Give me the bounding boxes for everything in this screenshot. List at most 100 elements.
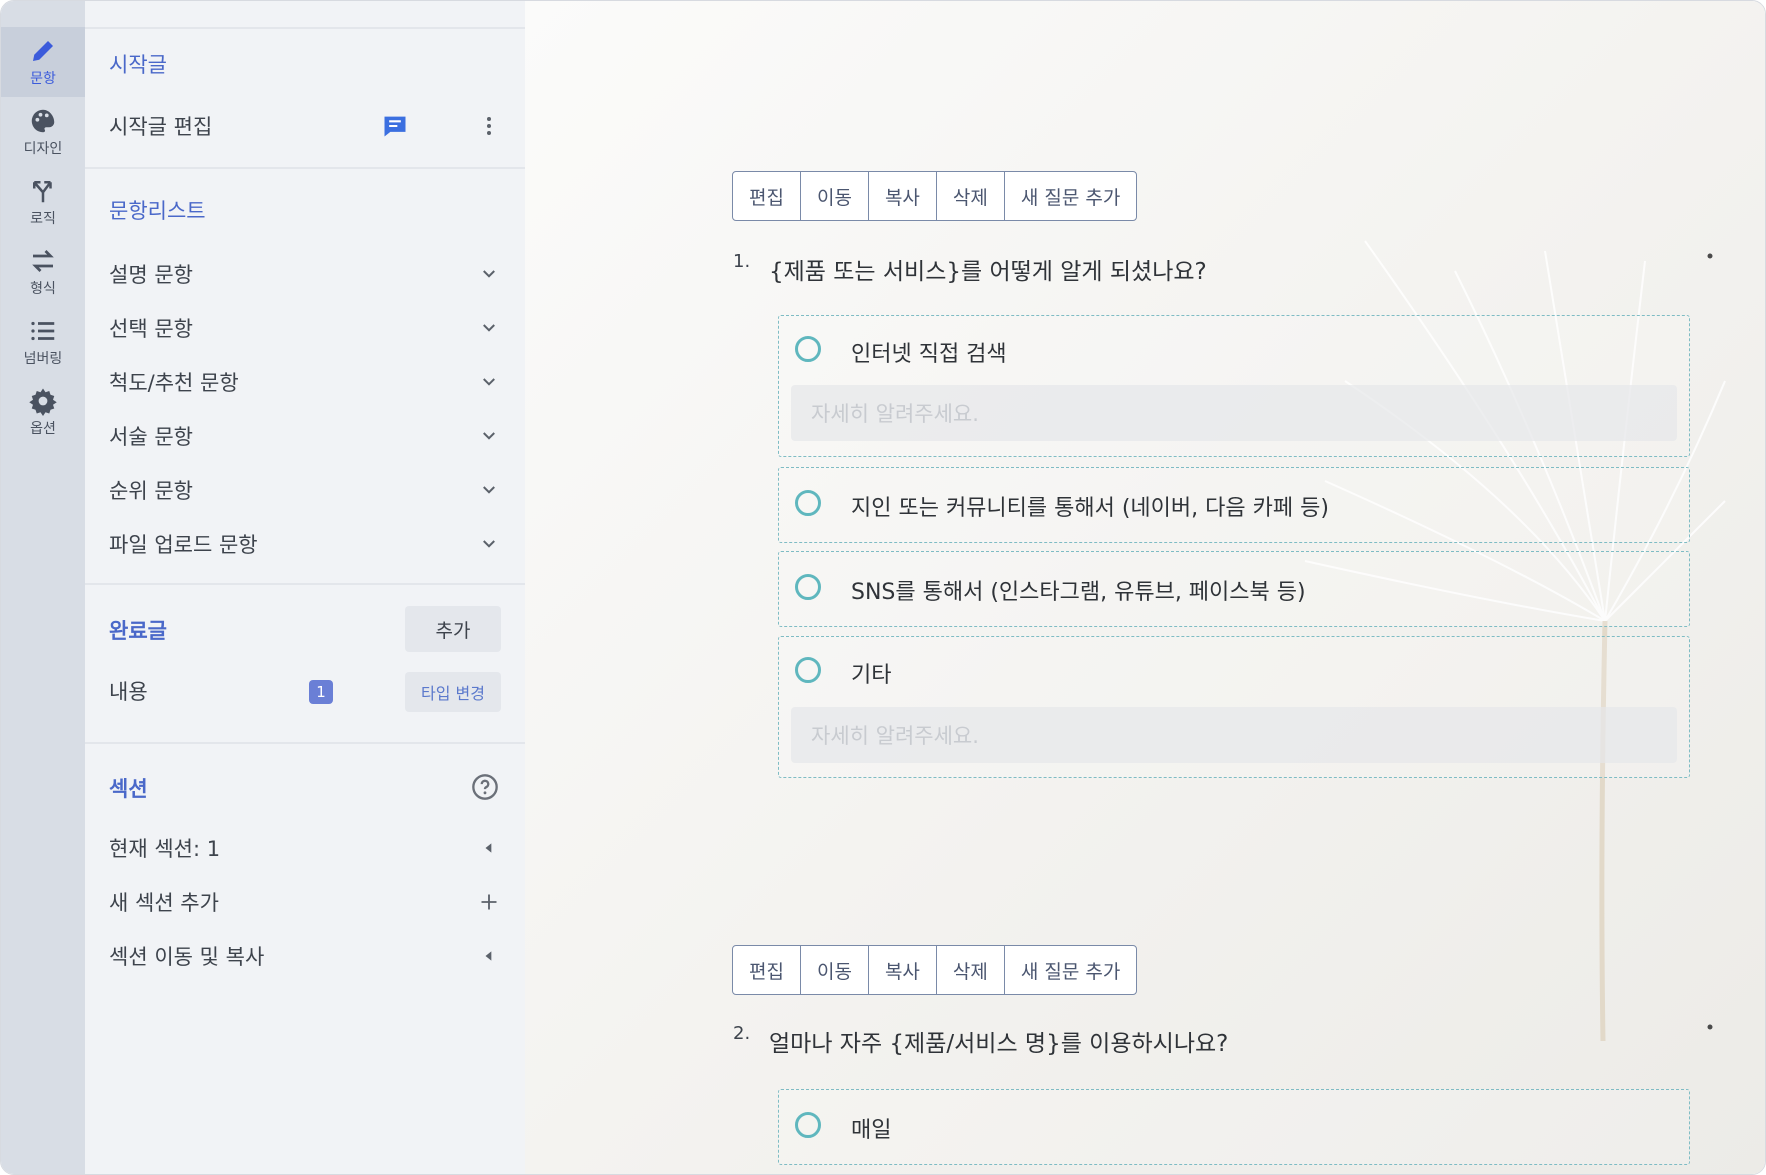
answer-option[interactable]: 지인 또는 커뮤니티를 통해서 (네이버, 다음 카페 등) [778, 467, 1690, 543]
question-type-label: 설명 문항 [109, 263, 193, 287]
icon-rail: 문항 디자인 로직 형식 넘버링 옵션 [1, 1, 85, 1174]
question-type-label: 서술 문항 [109, 425, 193, 449]
question-type-row[interactable]: 서술 문항 [109, 416, 501, 456]
add-question-button[interactable]: 새 질문 추가 [1005, 172, 1136, 220]
radio-button[interactable] [795, 490, 821, 516]
question-number: 1. [733, 251, 751, 272]
move-button[interactable]: 이동 [801, 946, 869, 994]
gear-icon [29, 388, 57, 416]
copy-button[interactable]: 복사 [869, 172, 937, 220]
rail-label: 옵션 [30, 421, 56, 437]
complete-content-row[interactable]: 내용 [109, 671, 229, 711]
rail-item-format[interactable]: 형식 [1, 237, 85, 307]
rail-label: 문항 [30, 71, 56, 87]
app-window: 문항 디자인 로직 형식 넘버링 옵션 시작글 시작글 편집 문항리스트 설명 … [0, 0, 1766, 1175]
question-type-row[interactable]: 선택 문항 [109, 308, 501, 348]
answer-option[interactable]: 기타 자세히 알려주세요. [778, 636, 1690, 778]
delete-button[interactable]: 삭제 [937, 172, 1005, 220]
question-number: 2. [733, 1023, 751, 1044]
type-change-button[interactable]: 타입 변경 [405, 672, 501, 712]
pencil-icon [33, 41, 53, 61]
answer-option[interactable]: 인터넷 직접 검색 자세히 알려주세요. [778, 315, 1690, 457]
list-icon [31, 321, 55, 341]
divider [85, 27, 525, 29]
radio-button[interactable] [795, 574, 821, 600]
content-label: 내용 [109, 680, 148, 704]
palette-icon [31, 109, 55, 133]
complete-heading: 완료글 [109, 619, 167, 643]
rail-label: 넘버링 [23, 351, 63, 367]
rail-item-options[interactable]: 옵션 [1, 377, 85, 447]
divider [85, 167, 525, 169]
current-section-row[interactable]: 현재 섹션: 1 [109, 828, 501, 868]
chevron-down-icon [477, 424, 501, 448]
current-section-label: 현재 섹션: 1 [109, 837, 221, 861]
chevron-down-icon [477, 262, 501, 286]
move-copy-section-row[interactable]: 섹션 이동 및 복사 [109, 936, 501, 976]
intro-edit-label: 시작글 편집 [109, 115, 213, 139]
radio-button[interactable] [795, 336, 821, 362]
edit-button[interactable]: 편집 [733, 946, 801, 994]
rail-label: 디자인 [23, 141, 63, 157]
intro-heading: 시작글 [109, 53, 167, 77]
add-section-label: 새 섹션 추가 [109, 891, 219, 915]
plus-icon [477, 890, 501, 914]
question-type-row[interactable]: 설명 문항 [109, 254, 501, 294]
swap-icon [32, 250, 54, 272]
chevron-down-icon [477, 532, 501, 556]
rail-item-design[interactable]: 디자인 [1, 97, 85, 167]
rail-item-numbering[interactable]: 넘버링 [1, 307, 85, 377]
content-count-badge: 1 [309, 680, 333, 704]
delete-button[interactable]: 삭제 [937, 946, 1005, 994]
chevron-down-icon [477, 316, 501, 340]
option-label: 인터넷 직접 검색 [851, 342, 1007, 367]
answer-option[interactable]: SNS를 통해서 (인스타그램, 유튜브, 페이스북 등) [778, 551, 1690, 627]
side-panel: 시작글 시작글 편집 문항리스트 설명 문항 선택 문항 척도/추천 문항 서술… [85, 1, 526, 1174]
rail-item-question[interactable]: 문항 [1, 27, 85, 97]
question-list-heading: 문항리스트 [109, 199, 206, 223]
option-label: 매일 [851, 1118, 892, 1143]
radio-button[interactable] [795, 657, 821, 683]
divider [85, 742, 525, 744]
add-section-row[interactable]: 새 섹션 추가 [109, 882, 501, 922]
survey-canvas: 편집 이동 복사 삭제 새 질문 추가 1. {제품 또는 서비스}를 어떻게 … [525, 1, 1765, 1174]
divider [85, 583, 525, 585]
question-type-label: 선택 문항 [109, 317, 193, 341]
question-type-label: 파일 업로드 문항 [109, 533, 258, 557]
caret-left-icon [477, 944, 501, 968]
caret-left-icon [477, 836, 501, 860]
question-type-row[interactable]: 파일 업로드 문항 [109, 524, 501, 564]
radio-button[interactable] [795, 1112, 821, 1138]
move-copy-section-label: 섹션 이동 및 복사 [109, 945, 265, 969]
chevron-down-icon [477, 478, 501, 502]
rail-label: 형식 [30, 281, 56, 297]
question-toolbar: 편집 이동 복사 삭제 새 질문 추가 [732, 171, 1138, 221]
edit-button[interactable]: 편집 [733, 172, 801, 220]
more-vert-icon[interactable] [477, 114, 501, 138]
option-label: 지인 또는 커뮤니티를 통해서 (네이버, 다음 카페 등) [851, 496, 1329, 521]
add-question-button[interactable]: 새 질문 추가 [1005, 946, 1136, 994]
rail-label: 로직 [30, 211, 56, 227]
question-toolbar: 편집 이동 복사 삭제 새 질문 추가 [732, 945, 1138, 995]
section-heading: 섹션 [109, 777, 148, 801]
question-type-row[interactable]: 척도/추천 문항 [109, 362, 501, 402]
chevron-down-icon [477, 370, 501, 394]
question-type-row[interactable]: 순위 문항 [109, 470, 501, 510]
intro-edit-row[interactable]: 시작글 편집 [109, 106, 501, 146]
move-button[interactable]: 이동 [801, 172, 869, 220]
option-label: SNS를 통해서 (인스타그램, 유튜브, 페이스북 등) [851, 580, 1306, 605]
question-title[interactable]: 얼마나 자주 {제품/서비스 명}를 이용하시나요? [769, 1024, 1228, 1058]
rail-item-logic[interactable]: 로직 [1, 167, 85, 237]
copy-button[interactable]: 복사 [869, 946, 937, 994]
detail-input[interactable]: 자세히 알려주세요. [791, 385, 1677, 441]
comment-icon[interactable] [381, 112, 409, 140]
question-type-label: 순위 문항 [109, 479, 193, 503]
help-icon[interactable] [471, 773, 499, 801]
option-label: 기타 [851, 663, 892, 688]
answer-option[interactable]: 매일 [778, 1089, 1690, 1165]
question-title[interactable]: {제품 또는 서비스}를 어떻게 알게 되셨나요? [769, 252, 1207, 286]
add-complete-button[interactable]: 추가 [405, 606, 501, 652]
question-type-label: 척도/추천 문항 [109, 371, 239, 395]
logic-icon [33, 181, 52, 203]
detail-input[interactable]: 자세히 알려주세요. [791, 707, 1677, 763]
